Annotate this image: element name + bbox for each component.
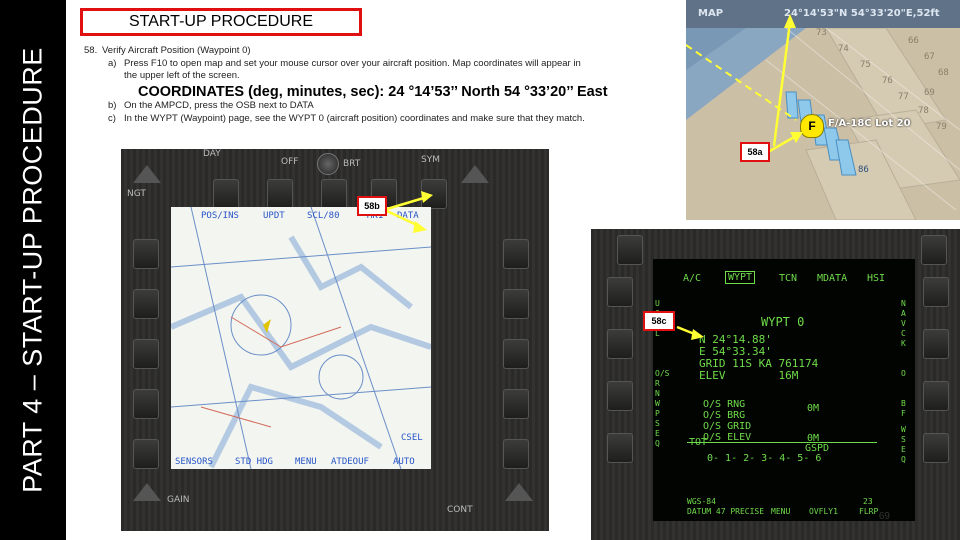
ampcd-screenshot: DAY OFF BRT SYM NGT GAIN CONT POS/INS UP… [121,149,549,531]
callout-58a: 58a [740,142,770,162]
callout-58b: 58b [357,196,387,216]
step-number: 58. [84,45,98,56]
callout-arrows-58b [386,191,433,233]
step-a-text: Press F10 to open map and set your mouse… [124,57,581,69]
step-c-label: c) [108,112,116,124]
step-b-text: On the AMPCD, press the OSB next to DATA [124,100,314,111]
side-bar: PART 4 – START-UP PROCEDURE [0,0,66,540]
callout-arrows-58a [767,14,803,154]
step-heading: Verify Aircraft Position (Waypoint 0) [102,45,251,56]
f10-map-screenshot: MAP 24°14'53"N 54°33'20"E,52ft 73 74 75 … [686,0,960,220]
step-b-label: b) [108,100,117,111]
step-a-text-continued: the upper left of the screen. [124,70,240,81]
side-title: PART 4 – START-UP PROCEDURE [17,47,48,493]
ddi-wypt-screenshot: A/C WYPT TCN MDATA HSI WYPT 0 N 24°14.88… [591,229,960,540]
callout-arrow-58c [676,325,704,340]
step-instructions: 58. Verify Aircraft Position (Waypoint 0… [84,45,644,125]
step-a-label: a) [108,57,117,69]
callout-58c: 58c [643,311,675,331]
step-c-text: In the WYPT (Waypoint) page, see the WYP… [124,112,585,124]
coordinates-heading: COORDINATES (deg, minutes, sec): 24 °14’… [138,83,608,100]
section-title: START-UP PROCEDURE [80,8,362,36]
page-number: 69 [878,511,890,522]
